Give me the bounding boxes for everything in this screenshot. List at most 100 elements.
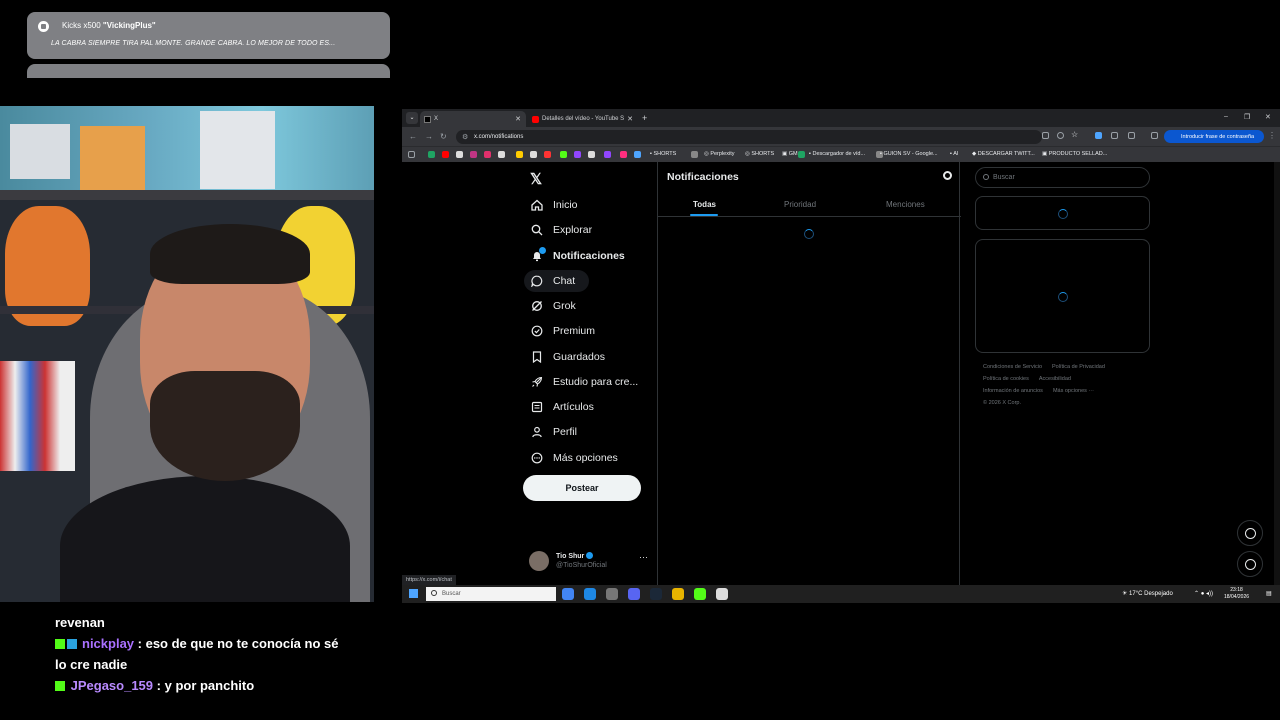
- extension-icon[interactable]: [1095, 132, 1102, 139]
- bookmark-icon[interactable]: [428, 151, 435, 158]
- back-button[interactable]: ←: [409, 132, 417, 141]
- account-switcher[interactable]: Tio Shur @TioShurOficial ···: [529, 551, 657, 575]
- site-info-icon[interactable]: ⚙: [462, 133, 468, 141]
- bookmark-icon[interactable]: [456, 151, 463, 158]
- nav-grok[interactable]: Grok: [524, 295, 576, 317]
- tab-x[interactable]: X ✕: [420, 111, 526, 127]
- nav-mas-opciones[interactable]: Más opciones: [524, 447, 618, 469]
- browser-menu-icon[interactable]: ⋮: [1268, 131, 1276, 140]
- search-input[interactable]: Buscar: [975, 167, 1150, 188]
- tab-menciones[interactable]: Menciones: [886, 200, 925, 209]
- chrome-icon[interactable]: [562, 588, 574, 600]
- windows-start-icon[interactable]: [409, 589, 418, 598]
- minimize-button[interactable]: –: [1224, 113, 1228, 120]
- zoom-icon[interactable]: [1057, 132, 1064, 139]
- address-bar[interactable]: ⚙ x.com/notifications: [456, 130, 1042, 144]
- app-icon[interactable]: [606, 588, 618, 600]
- tab-prioridad[interactable]: Prioridad: [784, 200, 816, 209]
- forward-button[interactable]: →: [425, 132, 433, 141]
- app-icon[interactable]: [584, 588, 596, 600]
- bookmark-icon[interactable]: [498, 151, 505, 158]
- close-window-button[interactable]: ✕: [1265, 113, 1271, 121]
- post-button[interactable]: Postear: [523, 475, 641, 501]
- bookmark-icon[interactable]: [620, 151, 627, 158]
- more-horizontal-icon[interactable]: ···: [639, 552, 648, 562]
- bookmark-icon[interactable]: [588, 151, 595, 158]
- cast-icon[interactable]: [1042, 132, 1049, 139]
- bookmark-descargar-twitter[interactable]: ◆ DESCARGAR TWITT...: [972, 151, 1035, 157]
- kick-badge-icon: [55, 639, 65, 649]
- app-icon[interactable]: [694, 588, 706, 600]
- bookmark-icon[interactable]: [516, 151, 523, 158]
- nav-estudio-creadores[interactable]: Estudio para cre...: [524, 371, 638, 393]
- bookmark-guion[interactable]: ▪ GUION SV - Google...: [880, 151, 938, 157]
- bookmark-icon[interactable]: [530, 151, 537, 158]
- search-icon: [531, 224, 543, 236]
- nav-chat[interactable]: Chat: [524, 270, 590, 292]
- bookmark-icon[interactable]: [484, 151, 491, 158]
- notion-icon[interactable]: [716, 588, 728, 600]
- tray-icons[interactable]: ⌃ ● ◂)): [1194, 590, 1213, 597]
- bookmark-producto[interactable]: ▣ PRODUCTO SELLAD...: [1042, 151, 1107, 157]
- tab-search-button[interactable]: ⌄: [406, 112, 418, 124]
- footer-link[interactable]: Política de cookies: [983, 376, 1029, 382]
- bookmark-icon[interactable]: [574, 151, 581, 158]
- bookmark-icon[interactable]: [798, 151, 805, 158]
- nav-premium[interactable]: Premium: [524, 320, 595, 342]
- discord-icon[interactable]: [628, 588, 640, 600]
- bookmark-icon[interactable]: [560, 151, 567, 158]
- extension-icon[interactable]: [1111, 132, 1118, 139]
- password-button[interactable]: Introducir frase de contraseña: [1164, 130, 1264, 143]
- chat-fab-button[interactable]: [1237, 551, 1263, 577]
- bookmark-icon[interactable]: [634, 151, 641, 158]
- bookmark-icon[interactable]: [442, 151, 449, 158]
- bookmark-icon[interactable]: [470, 151, 477, 158]
- bookmark-icon[interactable]: [691, 151, 698, 158]
- footer-link[interactable]: Información de anuncios: [983, 388, 1043, 394]
- bookmark-shorts-2[interactable]: ◎ SHORTS: [745, 151, 774, 157]
- chat-message: JPegaso_159 : y por panchito: [55, 675, 345, 696]
- reload-button[interactable]: ↻: [440, 132, 447, 141]
- sidebar-icon[interactable]: [1151, 132, 1158, 139]
- bookmark-descargador[interactable]: ▪ Descargador de víd...: [809, 151, 865, 157]
- scrollbar[interactable]: [1274, 162, 1280, 585]
- notification-center-icon[interactable]: ▤: [1266, 590, 1272, 597]
- star-icon[interactable]: ☆: [1071, 130, 1078, 139]
- bookmark-ai[interactable]: ▪ AI: [950, 151, 958, 157]
- loading-spinner: [1058, 209, 1068, 219]
- nav-notificaciones[interactable]: Notificaciones: [524, 245, 625, 267]
- bookmark-perplexity[interactable]: ◎ Perplexity: [704, 151, 734, 157]
- folder-icon[interactable]: [672, 588, 684, 600]
- x-logo-icon[interactable]: 𝕏: [530, 170, 542, 188]
- steam-icon[interactable]: [650, 588, 662, 600]
- close-tab-icon[interactable]: ✕: [515, 115, 521, 123]
- tab-todas[interactable]: Todas: [693, 200, 716, 209]
- nav-guardados[interactable]: Guardados: [524, 346, 605, 368]
- grok-fab-button[interactable]: [1237, 520, 1263, 546]
- apps-icon[interactable]: [408, 151, 415, 158]
- active-tab-indicator: [690, 214, 718, 216]
- nav-explorar[interactable]: Explorar: [524, 219, 592, 241]
- weather-widget[interactable]: ☀ 17°C Despejado: [1122, 590, 1173, 597]
- bookmark-shorts[interactable]: ▪ SHORTS: [650, 151, 676, 157]
- footer-link[interactable]: Accesibilidad: [1039, 376, 1071, 382]
- nav-inicio[interactable]: Inicio: [524, 194, 578, 216]
- gift-icon: [38, 21, 49, 32]
- close-tab-icon[interactable]: ✕: [627, 115, 633, 123]
- extensions-puzzle-icon[interactable]: [1128, 132, 1135, 139]
- footer-link[interactable]: Política de Privacidad: [1052, 364, 1105, 370]
- chat-username: JPegaso_159: [70, 678, 154, 693]
- tab-youtube-studio[interactable]: Detalles del vídeo - YouTube S ✕: [528, 111, 638, 127]
- footer-link[interactable]: Más opciones ···: [1053, 388, 1094, 394]
- clock[interactable]: 23:18 18/04/2026: [1224, 587, 1249, 601]
- footer-link[interactable]: Condiciones de Servicio: [983, 364, 1042, 370]
- new-tab-button[interactable]: +: [642, 113, 647, 123]
- maximize-button[interactable]: ❐: [1244, 113, 1250, 121]
- settings-gear-icon[interactable]: [943, 171, 952, 180]
- taskbar-search-input[interactable]: Buscar: [426, 587, 556, 601]
- nav-articulos[interactable]: Artículos: [524, 396, 594, 418]
- bookmark-icon[interactable]: [544, 151, 551, 158]
- nav-perfil[interactable]: Perfil: [524, 421, 577, 443]
- bookmark-gm[interactable]: ▣ GM: [782, 151, 798, 157]
- bookmark-icon[interactable]: [604, 151, 611, 158]
